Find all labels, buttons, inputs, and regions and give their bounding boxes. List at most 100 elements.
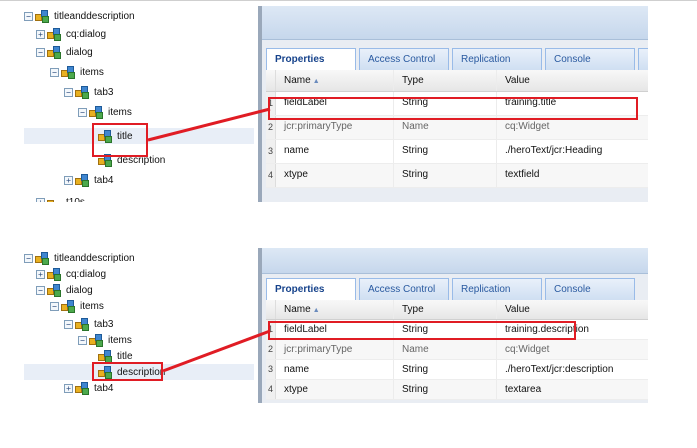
top-divider	[0, 0, 697, 1]
property-name[interactable]: xtype	[276, 380, 394, 399]
tree-node-dialog[interactable]: − dialog	[36, 44, 93, 60]
tab-console[interactable]: Console	[545, 278, 635, 300]
collapse-icon[interactable]: −	[24, 253, 33, 263]
component-node-icon	[47, 283, 63, 297]
property-type[interactable]: String	[394, 164, 497, 187]
collapse-icon[interactable]: −	[78, 335, 87, 345]
component-node-icon	[89, 105, 105, 119]
component-node-icon	[98, 349, 114, 363]
row-number-header	[266, 70, 276, 91]
component-node-icon	[35, 251, 51, 265]
tree-node-cq-dialog[interactable]: + cq:dialog	[36, 26, 106, 42]
tab-strip: Properties Access Control Replication Co…	[266, 48, 648, 70]
property-value[interactable]: ./heroText/jcr:Heading	[497, 140, 647, 163]
expand-icon[interactable]: +	[36, 29, 45, 39]
component-node-icon	[47, 267, 63, 281]
panel-header	[262, 6, 648, 40]
tree-node-items-inner[interactable]: − items	[78, 332, 132, 348]
tab-access-control[interactable]: Access Control	[359, 48, 449, 70]
property-name[interactable]: name	[276, 140, 394, 163]
tree-node-label: tab3	[94, 86, 114, 98]
tab-replication[interactable]: Replication	[452, 48, 542, 70]
tree-node-cut-off[interactable]: + t10s	[36, 194, 85, 202]
component-node-icon	[61, 299, 77, 313]
tree-node-titleanddescription[interactable]: − titleanddescription	[24, 8, 135, 24]
tree-node-tab4[interactable]: + tab4	[64, 380, 113, 396]
column-header-name[interactable]: Name ▲	[276, 300, 394, 319]
tree-node-label: cq:dialog	[66, 28, 107, 40]
crx-node-tree: − titleanddescription + cq:dialog − dial…	[24, 6, 254, 202]
tree-node-label: items	[108, 106, 132, 118]
highlight-fieldlabel-row-1	[268, 97, 638, 120]
column-header-label: Name	[284, 304, 311, 315]
collapse-icon[interactable]: −	[64, 87, 73, 97]
collapse-icon[interactable]: −	[36, 285, 45, 295]
tab-console[interactable]: Console	[545, 48, 635, 70]
table-row[interactable]: 4 xtype String textfield	[266, 164, 648, 188]
tree-node-items[interactable]: − items	[50, 298, 104, 314]
tree-node-tab4[interactable]: + tab4	[64, 172, 113, 188]
component-node-icon	[35, 9, 51, 23]
component-node-icon	[75, 173, 91, 187]
property-type[interactable]: Name	[394, 340, 497, 359]
collapse-icon[interactable]: −	[78, 107, 87, 117]
tree-node-label: tab4	[94, 174, 114, 186]
expand-icon[interactable]: +	[36, 269, 45, 279]
tab-access-control[interactable]: Access Control	[359, 278, 449, 300]
collapse-icon[interactable]: −	[50, 301, 59, 311]
component-node-icon	[61, 65, 77, 79]
tab-replication[interactable]: Replication	[452, 278, 542, 300]
expand-icon[interactable]: +	[36, 197, 45, 202]
expand-icon[interactable]: +	[64, 383, 73, 393]
property-value[interactable]: textarea	[497, 380, 647, 399]
row-number: 2	[266, 340, 276, 359]
column-header-type[interactable]: Type	[394, 300, 497, 319]
property-value[interactable]: textfield	[497, 164, 647, 187]
tree-node-titleanddescription[interactable]: − titleanddescription	[24, 250, 135, 266]
property-value[interactable]: cq:Widget	[497, 340, 647, 359]
tree-node-label: titleanddescription	[54, 252, 135, 264]
table-row[interactable]: 2 jcr:primaryType Name cq:Widget	[266, 340, 648, 360]
tab-overflow[interactable]	[638, 48, 648, 70]
property-name[interactable]: name	[276, 360, 394, 379]
folder-node-icon	[47, 195, 63, 202]
tree-node-cq-dialog[interactable]: + cq:dialog	[36, 266, 106, 282]
property-value[interactable]: ./heroText/jcr:description	[497, 360, 647, 379]
expand-icon[interactable]: +	[64, 175, 73, 185]
collapse-icon[interactable]: −	[64, 319, 73, 329]
tab-properties[interactable]: Properties	[266, 278, 356, 300]
tree-node-items-inner[interactable]: − items	[78, 104, 132, 120]
table-row[interactable]: 3 name String ./heroText/jcr:Heading	[266, 140, 648, 164]
property-name[interactable]: jcr:primaryType	[276, 340, 394, 359]
tree-node-label: dialog	[66, 46, 93, 58]
tree-node-label: items	[108, 334, 132, 346]
property-type[interactable]: String	[394, 360, 497, 379]
property-type[interactable]: String	[394, 380, 497, 399]
highlight-tree-title	[92, 123, 148, 157]
collapse-icon[interactable]: −	[36, 47, 45, 57]
collapse-icon[interactable]: −	[50, 67, 59, 77]
tree-node-label: dialog	[66, 284, 93, 296]
highlight-fieldlabel-row-2	[268, 321, 576, 340]
sort-ascending-icon: ▲	[312, 78, 320, 85]
tree-node-tab3[interactable]: − tab3	[64, 84, 113, 100]
tree-node-tab3[interactable]: − tab3	[64, 316, 113, 332]
screenshot-panel-description: − titleanddescription + cq:dialog − dial…	[0, 248, 697, 448]
tree-node-dialog[interactable]: − dialog	[36, 282, 93, 298]
property-name[interactable]: xtype	[276, 164, 394, 187]
property-type[interactable]: String	[394, 140, 497, 163]
column-header-value[interactable]: Value	[497, 300, 647, 319]
tab-properties[interactable]: Properties	[266, 48, 356, 70]
collapse-icon[interactable]: −	[24, 11, 33, 21]
row-number: 3	[266, 360, 276, 379]
tree-node-items[interactable]: − items	[50, 64, 104, 80]
component-node-icon	[75, 317, 91, 331]
column-header-value[interactable]: Value	[497, 70, 647, 91]
row-number: 4	[266, 164, 276, 187]
table-row[interactable]: 4 xtype String textarea	[266, 380, 648, 400]
column-header-type[interactable]: Type	[394, 70, 497, 91]
crx-node-tree: − titleanddescription + cq:dialog − dial…	[24, 248, 254, 444]
table-row[interactable]: 3 name String ./heroText/jcr:description	[266, 360, 648, 380]
column-header-name[interactable]: Name ▲	[276, 70, 394, 91]
tree-node-label: items	[80, 300, 104, 312]
